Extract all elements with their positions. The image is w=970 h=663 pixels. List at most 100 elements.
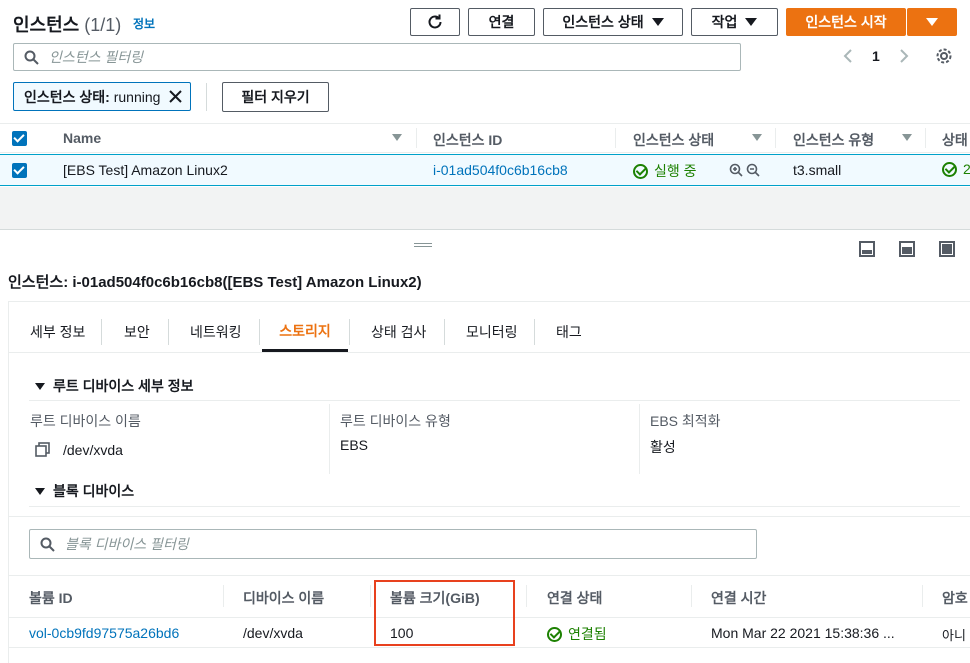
highlight-box xyxy=(374,580,515,646)
block-section-header[interactable]: 블록 디바이스 xyxy=(35,481,134,501)
col-divider xyxy=(922,585,923,607)
row-encrypted: 아니 xyxy=(942,628,966,643)
col-divider xyxy=(639,404,640,474)
filter-key: 인스턴스 상태: xyxy=(24,88,110,105)
gear-icon[interactable] xyxy=(935,47,953,65)
root-device-name: /dev/xvda xyxy=(63,442,123,458)
col-divider xyxy=(223,585,224,607)
ebs-optimized-value: 활성 xyxy=(650,439,676,455)
check-circle-icon xyxy=(633,163,648,179)
caret-down-icon xyxy=(35,382,45,390)
tab-monitoring[interactable]: 모니터링 xyxy=(466,312,518,352)
sort-icon[interactable] xyxy=(902,134,912,141)
filter-value: running xyxy=(113,88,161,105)
panel-half-icon[interactable] xyxy=(899,241,915,257)
col-attach-time[interactable]: 연결 시간 xyxy=(711,588,766,608)
root-section-title: 루트 디바이스 세부 정보 xyxy=(53,378,194,394)
chevron-left-icon[interactable] xyxy=(842,48,854,64)
divider xyxy=(206,83,207,111)
row-attach-state: 연결됨 xyxy=(547,624,607,644)
tab-divider xyxy=(168,319,169,345)
close-icon[interactable] xyxy=(168,89,183,104)
zoom-in-icon[interactable] xyxy=(729,163,743,177)
section-divider xyxy=(29,400,960,401)
chevron-right-icon[interactable] xyxy=(898,48,910,64)
connect-button[interactable]: 연결 xyxy=(468,8,535,36)
col-status[interactable]: 상태 xyxy=(942,130,968,150)
panel-bottom-icon[interactable] xyxy=(859,241,875,257)
tab-divider xyxy=(101,319,102,345)
col-encrypted[interactable]: 암호 xyxy=(942,588,968,608)
row-instance-type: t3.small xyxy=(793,162,842,178)
col-device-name[interactable]: 디바이스 이름 xyxy=(243,588,324,608)
resize-handle[interactable] xyxy=(414,243,432,247)
col-divider xyxy=(775,128,776,148)
info-link[interactable]: 정보 xyxy=(133,15,155,32)
launch-instances-button[interactable]: 인스턴스 시작 xyxy=(786,8,906,36)
row-instance-id-link[interactable]: i-01ad504f0c6b16cb8 xyxy=(433,162,568,178)
col-instance-state[interactable]: 인스턴스 상태 xyxy=(633,130,714,150)
row-state: 실행 중 xyxy=(633,161,697,181)
instance-state-label: 인스턴스 상태 xyxy=(562,14,644,30)
filter-token: 인스턴스 상태: running xyxy=(13,82,191,111)
col-instance-id[interactable]: 인스턴스 ID xyxy=(433,130,502,150)
clear-filters-button[interactable]: 필터 지우기 xyxy=(222,82,329,112)
section-divider xyxy=(29,506,960,507)
tab-tags[interactable]: 태그 xyxy=(556,312,582,352)
panel-full-icon[interactable] xyxy=(939,241,955,257)
caret-down-icon xyxy=(651,18,664,26)
caret-down-icon xyxy=(745,18,758,26)
block-section-title: 블록 디바이스 xyxy=(53,483,135,499)
row-name: [EBS Test] Amazon Linux2 xyxy=(63,162,228,178)
search-icon xyxy=(24,50,39,65)
launch-dropdown-button[interactable] xyxy=(907,8,957,36)
split-gap xyxy=(0,187,970,229)
tab-security[interactable]: 보안 xyxy=(124,312,150,352)
select-all-checkbox[interactable] xyxy=(12,131,27,146)
block-search-placeholder: 블록 디바이스 필터링 xyxy=(65,536,189,552)
copy-icon[interactable] xyxy=(35,442,50,457)
caret-down-icon xyxy=(926,18,938,26)
ebs-optimized-label: EBS 최적화 xyxy=(650,413,721,429)
tab-divider xyxy=(349,319,350,345)
block-device-search-input[interactable]: 블록 디바이스 필터링 xyxy=(29,529,757,559)
tab-storage[interactable]: 스토리지 xyxy=(262,312,348,352)
sort-icon[interactable] xyxy=(752,134,762,141)
col-divider xyxy=(526,585,527,607)
refresh-button[interactable] xyxy=(410,8,460,36)
check-circle-icon xyxy=(942,161,957,177)
zoom-out-icon[interactable] xyxy=(746,163,760,177)
root-section-header[interactable]: 루트 디바이스 세부 정보 xyxy=(35,376,193,396)
col-name[interactable]: Name xyxy=(63,130,101,146)
col-instance-type[interactable]: 인스턴스 유형 xyxy=(793,130,874,150)
col-divider xyxy=(691,585,692,607)
row-checkbox[interactable] xyxy=(12,163,27,178)
volume-id-link[interactable]: vol-0cb9fd97575a26bd6 xyxy=(29,625,179,641)
root-device-name-label: 루트 디바이스 이름 xyxy=(30,413,141,429)
actions-button[interactable]: 작업 xyxy=(691,8,778,36)
col-volume-id[interactable]: 볼륨 ID xyxy=(29,588,73,608)
instance-state-button[interactable]: 인스턴스 상태 xyxy=(543,8,683,36)
split-border xyxy=(0,229,970,230)
row-device-name: /dev/xvda xyxy=(243,625,303,641)
col-attach-state[interactable]: 연결 상태 xyxy=(547,588,602,608)
col-divider xyxy=(615,128,616,148)
caret-down-icon xyxy=(35,487,45,495)
clear-filters-label: 필터 지우기 xyxy=(241,89,310,105)
current-page[interactable]: 1 xyxy=(872,48,880,64)
root-device-type: EBS xyxy=(340,437,369,453)
tab-status-checks[interactable]: 상태 검사 xyxy=(371,312,426,352)
row-status-text: 2 xyxy=(963,161,970,177)
tab-networking[interactable]: 네트워킹 xyxy=(190,312,242,352)
actions-label: 작업 xyxy=(711,14,738,30)
row-status: 2 xyxy=(942,161,970,177)
tab-details[interactable]: 세부 정보 xyxy=(30,312,85,352)
sort-icon[interactable] xyxy=(392,134,402,141)
connect-label: 연결 xyxy=(488,14,515,30)
col-divider xyxy=(370,585,371,607)
detail-title: 인스턴스: i-01ad504f0c6b16cb8([EBS Test] Ama… xyxy=(8,274,422,291)
col-divider xyxy=(925,128,926,148)
instance-search-input[interactable]: 인스턴스 필터링 xyxy=(13,43,741,71)
page-title-text: 인스턴스 xyxy=(13,15,80,35)
section-divider xyxy=(8,516,970,517)
